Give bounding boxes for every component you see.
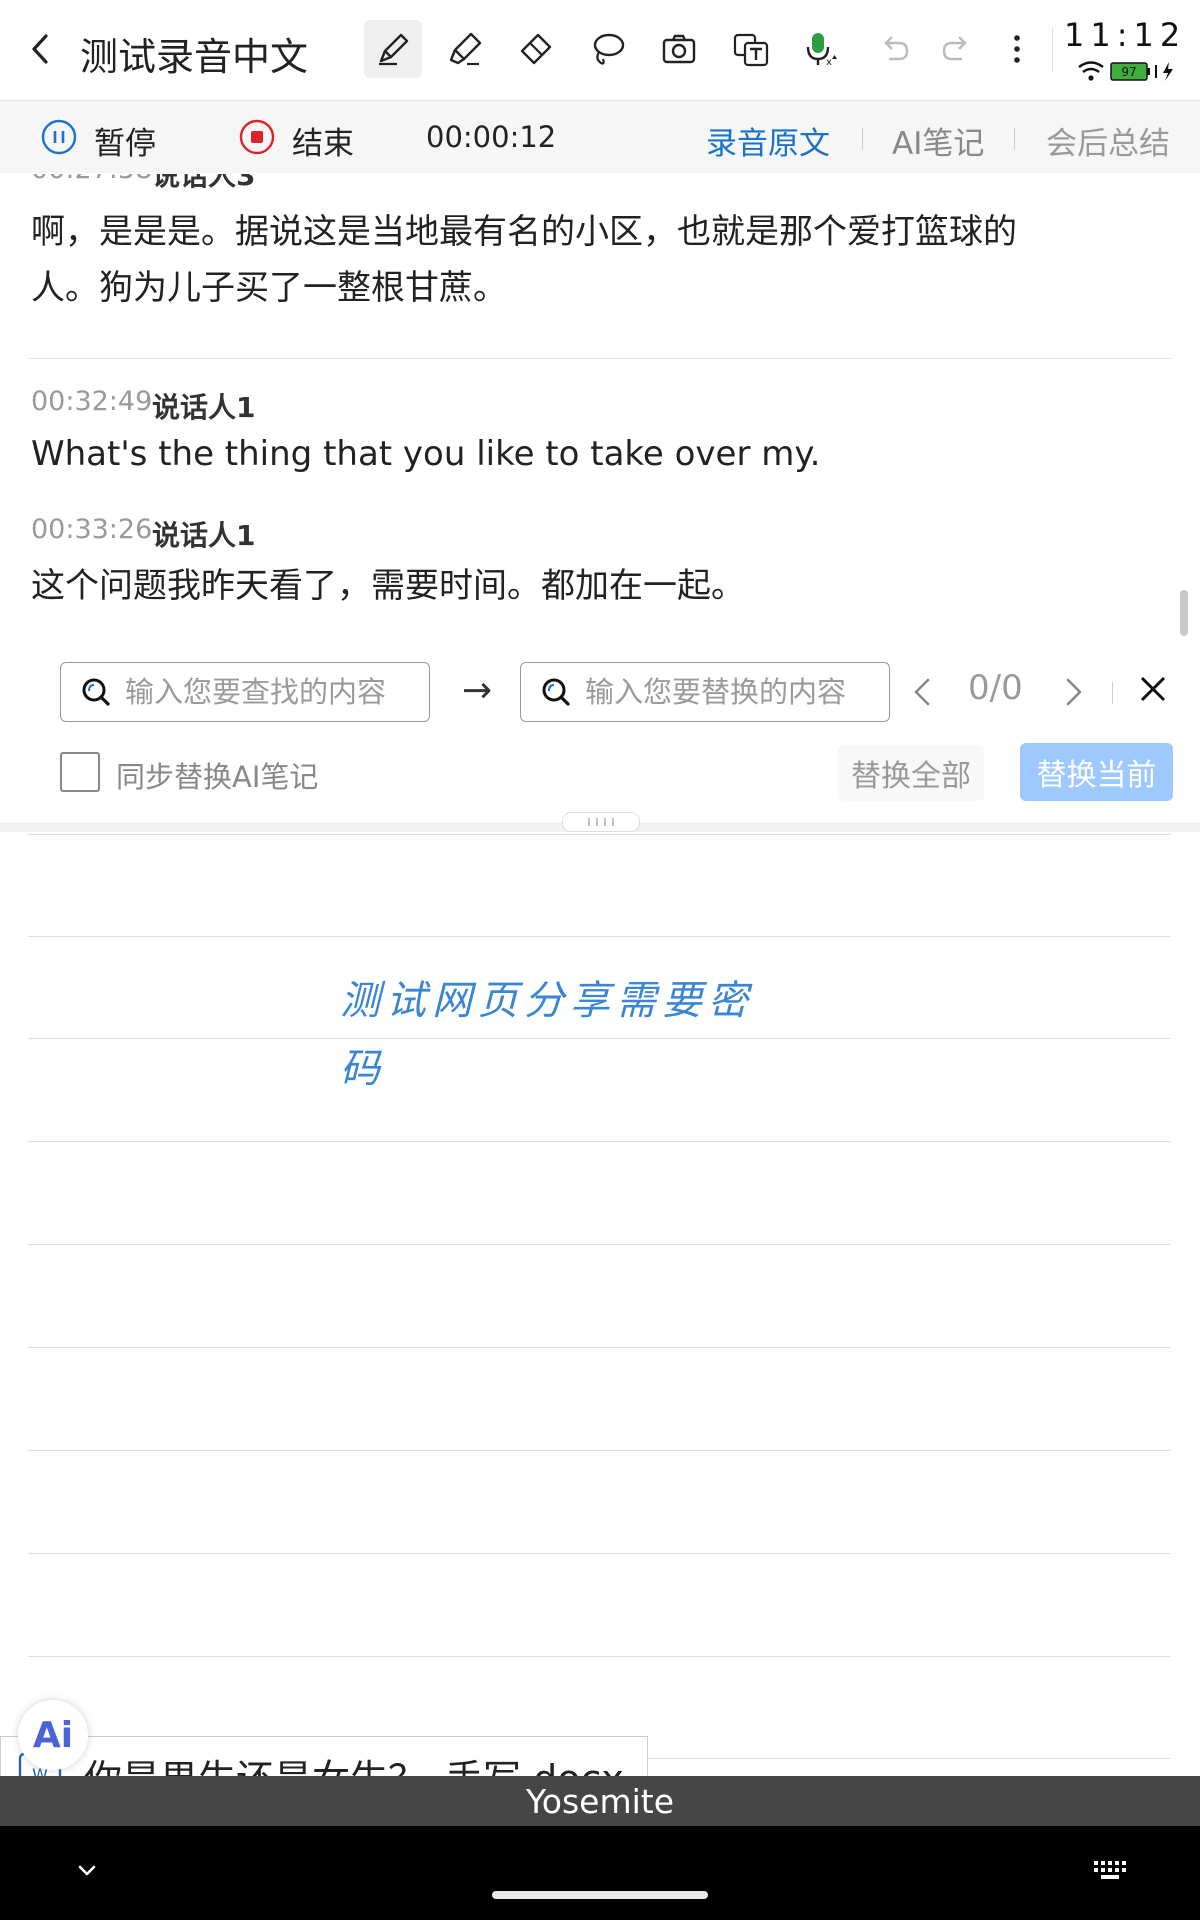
replace-arrow: →: [462, 670, 493, 711]
translate-icon: [733, 33, 769, 67]
system-nav-bar: [0, 1826, 1200, 1920]
resize-handle[interactable]: [562, 812, 640, 832]
transcript-panel[interactable]: 00:27:58 说话人3 啊，是是是。据说这是当地最有名的小区，也就是那个爱打…: [0, 174, 1200, 640]
status-bar-icons: 97: [1078, 61, 1173, 81]
entry-speaker: 说话人1: [152, 391, 256, 424]
redo-button[interactable]: [927, 20, 985, 78]
back-arrow-icon[interactable]: [18, 26, 64, 72]
find-input[interactable]: [123, 674, 407, 710]
lasso-icon: [593, 33, 625, 65]
svg-text:97: 97: [1121, 65, 1136, 79]
replace-all-button[interactable]: 替换全部: [838, 745, 984, 801]
note-ruled-line: [28, 834, 1170, 835]
camera-button[interactable]: [650, 20, 708, 78]
entry-text-line: 这个问题我昨天看了，需要时间。都加在一起。: [31, 566, 745, 606]
translate-button[interactable]: [722, 20, 780, 78]
note-ruled-line: [28, 1141, 1170, 1142]
close-icon[interactable]: [1136, 672, 1170, 706]
note-title[interactable]: 测试录音中文: [80, 26, 308, 81]
brush-icon: [379, 33, 409, 66]
recording-timer: 00:00:12: [426, 120, 557, 154]
camera-icon: [662, 34, 696, 64]
home-indicator[interactable]: [492, 1891, 708, 1899]
replace-input[interactable]: [583, 674, 867, 710]
handwritten-text-line[interactable]: 码: [340, 1036, 386, 1094]
stop-button-label[interactable]: 结束: [292, 118, 354, 163]
pause-button-label[interactable]: 暂停: [94, 118, 156, 163]
keyboard-icon[interactable]: [1092, 1858, 1132, 1884]
search-icon: [542, 678, 570, 706]
entry-text-line: 啊，是是是。据说这是当地最有名的小区，也就是那个爱打篮球的: [31, 212, 1017, 252]
nav-separator: [1112, 682, 1113, 704]
entry-text-line: What's the thing that you like to take o…: [31, 434, 821, 474]
entry-timestamp: 00:33:26: [31, 514, 153, 545]
lasso-tool-button[interactable]: [578, 20, 636, 78]
note-ruled-line: [28, 1347, 1170, 1348]
recording-bar: [0, 101, 1200, 173]
brush-tool-button[interactable]: [364, 20, 422, 78]
signal-bar: [1155, 65, 1157, 78]
toolbar-divider: [1052, 28, 1053, 72]
undo-icon: [884, 36, 909, 61]
wifi-icon: [1078, 61, 1104, 81]
replace-current-button[interactable]: 替换当前: [1020, 743, 1173, 801]
tab-ai-notes[interactable]: AI笔记: [892, 118, 984, 163]
entry-speaker: 说话人3: [152, 174, 256, 192]
undo-button[interactable]: [866, 20, 924, 78]
status-clock: 11:12: [1064, 16, 1187, 54]
next-match-icon[interactable]: [1058, 674, 1088, 710]
match-count: 0/0: [968, 668, 1023, 708]
mic-button[interactable]: x: [792, 20, 850, 78]
search-icon: [82, 678, 110, 706]
find-field[interactable]: [60, 662, 430, 722]
note-ruled-line: [28, 936, 1170, 937]
chevron-down-icon[interactable]: [72, 1856, 102, 1886]
ai-assistant-button[interactable]: Ai: [18, 1700, 88, 1770]
more-vertical-icon: [1014, 35, 1020, 63]
entry-divider: [28, 358, 1172, 359]
stop-record-icon[interactable]: [238, 118, 276, 156]
pause-icon[interactable]: [40, 118, 78, 156]
battery-icon: 97: [1110, 62, 1150, 81]
highlighter-tool-button[interactable]: [436, 20, 494, 78]
highlighter-icon: [449, 32, 482, 66]
eraser-icon: [520, 33, 552, 65]
redo-icon: [942, 36, 967, 61]
handwritten-text-line[interactable]: 测试网页分享需要密: [340, 968, 754, 1026]
charging-bolt-icon: [1163, 62, 1173, 81]
sync-ai-notes-label[interactable]: 同步替换AI笔记: [116, 754, 318, 796]
entry-speaker: 说话人1: [152, 519, 256, 552]
note-ruled-line: [28, 1450, 1170, 1451]
note-ruled-line: [28, 1553, 1170, 1554]
tab-separator: [862, 128, 863, 150]
replace-field[interactable]: [520, 662, 890, 722]
scrollbar-thumb[interactable]: [1180, 590, 1188, 636]
note-ruled-line: [28, 1656, 1170, 1657]
svg-text:x: x: [826, 57, 832, 68]
toast-message: Yosemite: [0, 1776, 1200, 1826]
sync-ai-notes-checkbox[interactable]: [60, 752, 100, 792]
tab-summary[interactable]: 会后总结: [1046, 118, 1170, 163]
note-ruled-line: [28, 1038, 1170, 1039]
note-ruled-line: [28, 1244, 1170, 1245]
entry-timestamp: 00:27:58: [31, 174, 152, 185]
more-options-button[interactable]: [988, 20, 1046, 78]
previous-match-icon[interactable]: [908, 674, 938, 710]
eraser-tool-button[interactable]: [507, 20, 565, 78]
tab-separator: [1014, 128, 1015, 150]
mic-icon: x: [806, 33, 837, 68]
entry-timestamp: 00:32:49: [31, 386, 153, 417]
tab-transcript[interactable]: 录音原文: [706, 118, 830, 163]
entry-text-line: 人。狗为儿子买了一整根甘蔗。: [31, 268, 507, 308]
